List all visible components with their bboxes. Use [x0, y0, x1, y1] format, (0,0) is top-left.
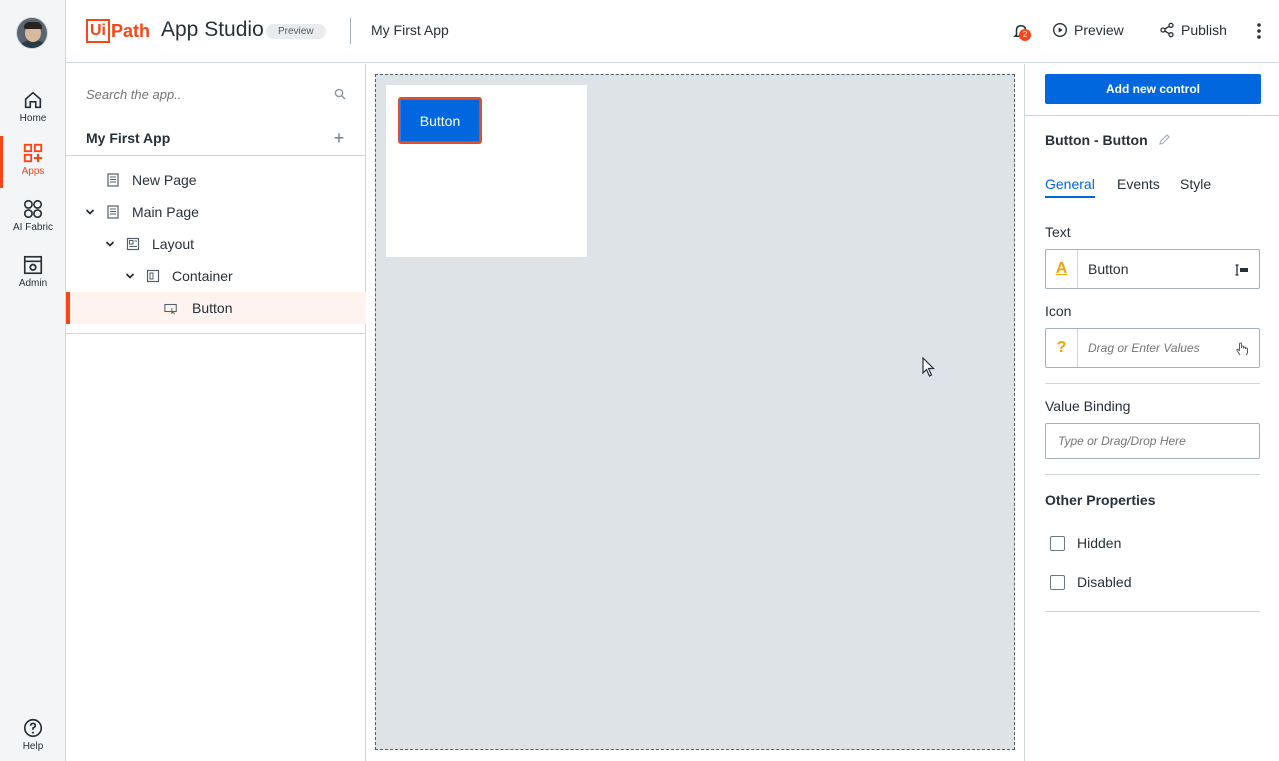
properties-panel: Add new control Button - Button General …: [1024, 64, 1279, 761]
tree-node-label: Layout: [152, 236, 195, 252]
product-name: App Studio: [161, 18, 264, 41]
more-options-icon[interactable]: [1251, 22, 1267, 40]
add-new-control-button[interactable]: Add new control: [1045, 74, 1261, 104]
disabled-checkbox[interactable]: Disabled: [1050, 574, 1131, 590]
tree-divider: [66, 155, 366, 156]
nav-item-ai-fabric[interactable]: AI Fabric: [0, 192, 66, 244]
drag-hand-icon[interactable]: [1234, 341, 1250, 357]
tab-style[interactable]: Style: [1180, 176, 1211, 196]
tab-events[interactable]: Events: [1117, 176, 1160, 196]
admin-icon: [23, 255, 43, 275]
text-type-icon[interactable]: A: [1046, 250, 1078, 288]
layout-icon: [126, 237, 140, 251]
chevron-down-icon[interactable]: [125, 271, 135, 281]
tree-node-label: Container: [172, 268, 233, 284]
nav-item-label: Home: [19, 113, 47, 124]
checkbox-box[interactable]: [1050, 535, 1065, 551]
container-icon: [146, 269, 160, 283]
hidden-checkbox[interactable]: Hidden: [1050, 535, 1121, 551]
app-title: My First App: [371, 22, 449, 38]
icon-field-label: Icon: [1045, 303, 1072, 319]
tree-node-label: New Page: [132, 172, 197, 188]
nav-item-help[interactable]: Help: [0, 711, 66, 761]
button-control-icon: [164, 303, 177, 315]
top-header: Ui Path App Studio Preview My First App …: [66, 0, 1279, 63]
uipath-logo[interactable]: Ui Path: [86, 19, 150, 43]
home-icon: [24, 91, 42, 109]
tree-node-label: Main Page: [132, 204, 199, 220]
icon-field[interactable]: ?: [1045, 328, 1260, 368]
user-avatar[interactable]: [16, 17, 48, 49]
text-value-input[interactable]: [1088, 261, 1228, 277]
nav-item-label: Apps: [21, 166, 45, 177]
nav-rail: Home Apps AI Fabric Admin Help: [0, 0, 66, 761]
preview-button-label: Preview: [1074, 22, 1124, 38]
nav-item-label: Help: [22, 741, 44, 752]
preview-badge: Preview: [266, 24, 326, 39]
tree-node-new-page[interactable]: New Page: [66, 164, 366, 196]
canvas-button-control[interactable]: Button: [398, 97, 482, 144]
control-title: Button - Button: [1045, 132, 1148, 148]
tree-node-container[interactable]: Container: [66, 260, 366, 292]
disabled-checkbox-label: Disabled: [1077, 574, 1132, 590]
apps-icon: [23, 143, 43, 163]
checkbox-box[interactable]: [1050, 574, 1065, 590]
logo-path-text: Path: [111, 20, 151, 41]
tree-divider: [66, 333, 366, 334]
chevron-down-icon[interactable]: [105, 239, 115, 249]
app-tree-panel: My First App + New Page Main Page Layout…: [66, 64, 366, 761]
tree-node-label: Button: [192, 300, 233, 316]
header-divider: [350, 18, 351, 44]
pencil-edit-icon[interactable]: [1158, 133, 1171, 146]
search-icon[interactable]: [334, 88, 346, 100]
nav-item-apps[interactable]: Apps: [0, 136, 66, 188]
value-binding-label: Value Binding: [1045, 398, 1131, 414]
help-icon: [23, 718, 43, 738]
page-icon: [107, 173, 119, 187]
value-binding-input[interactable]: [1058, 434, 1248, 448]
text-field[interactable]: A: [1045, 249, 1260, 289]
tree-node-main-page[interactable]: Main Page: [66, 196, 366, 228]
add-page-plus-icon[interactable]: +: [331, 129, 347, 147]
tree-node-layout[interactable]: Layout: [66, 228, 366, 260]
props-divider: [1045, 474, 1260, 475]
mouse-cursor-icon: [922, 357, 935, 377]
text-field-label: Text: [1045, 224, 1071, 240]
tab-general[interactable]: General: [1045, 176, 1095, 198]
nav-item-label: Admin: [18, 278, 48, 289]
ai-fabric-icon: [23, 199, 43, 219]
props-divider: [1045, 383, 1260, 384]
share-icon: [1160, 22, 1174, 38]
tree-title: My First App: [86, 130, 171, 146]
props-divider: [1045, 611, 1260, 612]
notification-count-badge: 2: [1019, 29, 1031, 41]
other-properties-title: Other Properties: [1045, 492, 1156, 508]
chevron-down-icon[interactable]: [85, 207, 95, 217]
icon-value-input[interactable]: [1088, 341, 1228, 355]
preview-button[interactable]: Preview: [1052, 22, 1124, 38]
publish-button[interactable]: Publish: [1159, 22, 1227, 38]
question-mark-icon[interactable]: ?: [1046, 329, 1078, 367]
play-icon: [1053, 23, 1067, 37]
page-icon: [107, 205, 119, 219]
canvas-container[interactable]: Button: [386, 85, 587, 257]
design-canvas-area: Button: [367, 64, 1023, 761]
logo-ui-text: Ui: [86, 19, 110, 43]
hidden-checkbox-label: Hidden: [1077, 535, 1122, 551]
expression-editor-icon[interactable]: [1234, 262, 1250, 278]
publish-button-label: Publish: [1181, 22, 1227, 38]
nav-item-home[interactable]: Home: [0, 83, 66, 135]
props-divider: [1025, 115, 1279, 116]
nav-item-label: AI Fabric: [12, 222, 53, 233]
search-app-input[interactable]: [86, 84, 326, 104]
value-binding-field[interactable]: [1045, 423, 1260, 459]
nav-item-admin[interactable]: Admin: [0, 248, 66, 300]
tree-node-button[interactable]: Button: [66, 292, 366, 324]
design-canvas[interactable]: Button: [375, 74, 1015, 750]
